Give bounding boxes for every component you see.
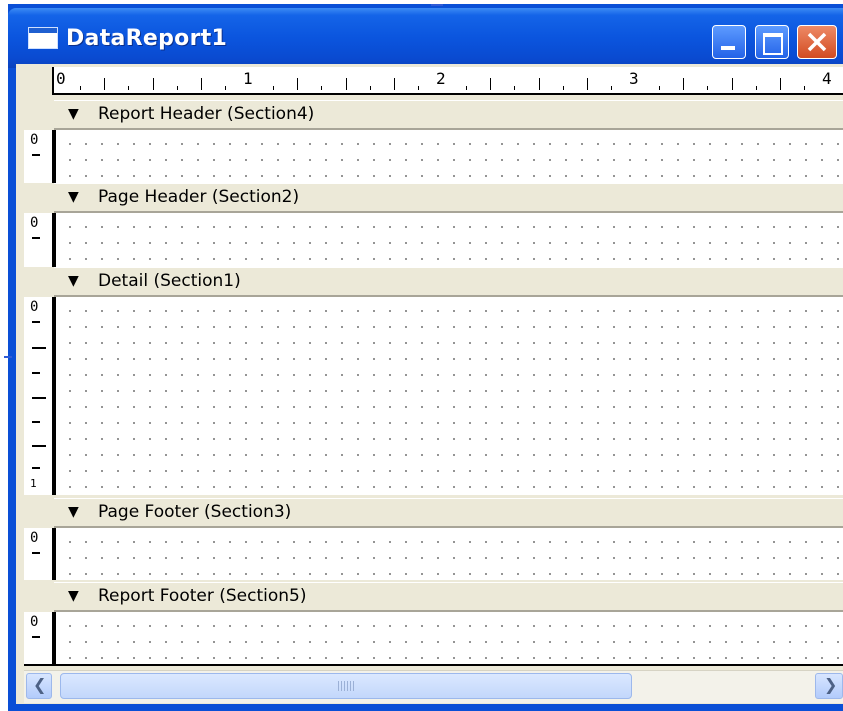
ruler-tick xyxy=(273,86,275,90)
vruler-label: 0 xyxy=(30,215,39,231)
ruler-tick xyxy=(128,86,130,90)
ruler-corner xyxy=(24,67,54,95)
ruler-label-3: 3 xyxy=(629,69,639,88)
design-bottom-border xyxy=(24,664,843,666)
ruler-tick xyxy=(393,78,395,90)
section-header-gutter xyxy=(24,582,54,612)
edge-marker xyxy=(431,4,443,6)
vertical-ruler: 0 1 xyxy=(24,297,54,495)
ruler-tick xyxy=(683,78,685,90)
section-label: Report Header (Section4) xyxy=(98,104,315,124)
window-title: DataReport1 xyxy=(66,26,228,51)
ruler-tick xyxy=(417,86,419,90)
vruler-tick xyxy=(32,347,46,349)
vruler-tick xyxy=(32,445,46,447)
section-body-page-header[interactable] xyxy=(54,213,843,267)
vruler-label: 0 xyxy=(30,614,39,630)
maximize-button[interactable] xyxy=(755,25,789,59)
ruler-tick xyxy=(803,86,805,90)
section-label: Page Header (Section2) xyxy=(98,187,300,207)
section-header-page-header[interactable]: ▼ Page Header (Section2) xyxy=(54,183,843,213)
ruler-tick xyxy=(152,78,154,90)
close-icon xyxy=(807,32,827,52)
ruler-tick xyxy=(80,86,82,90)
horizontal-ruler: 0 1 2 3 4 xyxy=(54,67,843,95)
vruler-label: 0 xyxy=(30,132,39,148)
scroll-left-button[interactable]: ❮ xyxy=(26,673,52,699)
vertical-ruler: 0 xyxy=(24,213,54,267)
section-header-detail[interactable]: ▼ Detail (Section1) xyxy=(54,267,843,297)
section-label: Page Footer (Section3) xyxy=(98,502,292,522)
scroll-thumb[interactable] xyxy=(60,673,632,699)
ruler-tick xyxy=(321,86,323,90)
ruler-tick xyxy=(514,86,516,90)
ruler-tick xyxy=(707,86,709,90)
vruler-tick xyxy=(32,552,40,554)
ruler-tick xyxy=(297,78,299,90)
arrow-down-icon: ▼ xyxy=(68,273,79,289)
vruler-tick xyxy=(32,636,40,638)
section-header-gutter xyxy=(24,267,54,297)
vruler-tick xyxy=(32,467,40,469)
section-label: Report Footer (Section5) xyxy=(98,586,307,606)
report-window-icon[interactable] xyxy=(28,27,58,49)
ruler-tick xyxy=(586,78,588,90)
ruler-tick xyxy=(176,86,178,90)
arrow-down-icon: ▼ xyxy=(68,189,79,205)
ruler-tick xyxy=(104,78,106,90)
ruler-tick xyxy=(490,78,492,90)
section-body-report-header[interactable] xyxy=(54,130,843,183)
close-button[interactable] xyxy=(797,25,837,59)
section-header-gutter xyxy=(24,498,54,528)
section-header-gutter xyxy=(24,100,54,130)
vruler-tick xyxy=(32,321,40,323)
section-header-report-header[interactable]: ▼ Report Header (Section4) xyxy=(54,100,843,130)
ruler-tick xyxy=(538,78,540,90)
ruler-tick xyxy=(369,86,371,90)
vruler-tick xyxy=(32,372,40,374)
vruler-tick xyxy=(32,154,40,156)
edge-marker xyxy=(4,356,12,358)
ruler-label-2: 2 xyxy=(436,69,446,88)
ruler-label-0: 0 xyxy=(56,69,66,88)
ruler-label-4: 4 xyxy=(822,69,832,88)
section-body-report-footer[interactable] xyxy=(54,612,843,664)
section-body-page-footer[interactable] xyxy=(54,528,843,580)
vruler-label: 1 xyxy=(30,477,37,490)
section-header-report-footer[interactable]: ▼ Report Footer (Section5) xyxy=(54,582,843,612)
ruler-tick xyxy=(755,86,757,90)
vertical-ruler: 0 xyxy=(24,130,54,183)
scroll-right-button[interactable]: ❯ xyxy=(815,673,843,699)
vertical-ruler: 0 xyxy=(24,528,54,580)
ruler-tick xyxy=(610,86,612,90)
scroll-left-icon: ❮ xyxy=(33,675,47,694)
ruler-tick xyxy=(562,86,564,90)
vruler-tick xyxy=(32,397,46,399)
grip-icon xyxy=(338,681,354,691)
vruler-tick xyxy=(32,421,40,423)
vertical-ruler: 0 xyxy=(24,612,54,664)
ruler-tick xyxy=(731,78,733,90)
section-header-page-footer[interactable]: ▼ Page Footer (Section3) xyxy=(54,498,843,528)
section-body-detail[interactable] xyxy=(54,297,843,495)
section-label: Detail (Section1) xyxy=(98,271,241,291)
scroll-right-icon: ❯ xyxy=(824,675,838,694)
ruler-tick xyxy=(659,86,661,90)
minimize-icon xyxy=(721,46,735,50)
arrow-down-icon: ▼ xyxy=(68,504,79,520)
ruler-tick xyxy=(779,78,781,90)
ruler-tick xyxy=(345,78,347,90)
section-header-gutter xyxy=(24,183,54,213)
ruler-label-1: 1 xyxy=(243,69,253,88)
vruler-label: 0 xyxy=(30,530,39,546)
arrow-down-icon: ▼ xyxy=(68,588,79,604)
minimize-button[interactable] xyxy=(712,25,746,59)
ruler-tick xyxy=(466,86,468,90)
vruler-label: 0 xyxy=(30,299,39,315)
vruler-tick xyxy=(32,237,40,239)
maximize-icon xyxy=(763,33,783,55)
ruler-tick xyxy=(224,86,226,90)
arrow-down-icon: ▼ xyxy=(68,106,79,122)
ruler-tick xyxy=(200,78,202,90)
